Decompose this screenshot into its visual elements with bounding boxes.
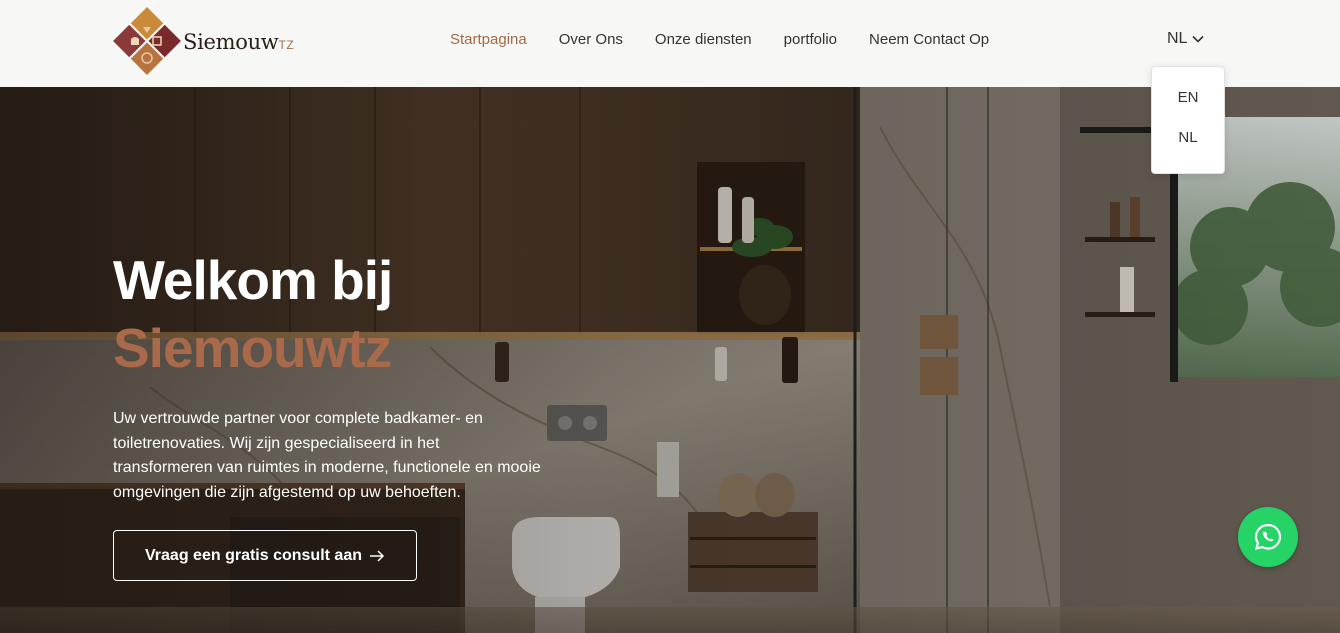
nav-item-over-ons[interactable]: Over Ons [559,31,623,48]
logo-mark-icon [113,7,181,75]
whatsapp-icon [1254,523,1282,551]
site-header: SiemouwTZ Startpagina Over Ons Onze dien… [0,0,1340,87]
nav-item-portfolio[interactable]: portfolio [784,31,837,48]
hero-title: Welkom bij [113,249,393,311]
nav-item-onze-diensten[interactable]: Onze diensten [655,31,752,48]
free-consult-button-label: Vraag een gratis consult aan [145,546,362,564]
logo-name: Siemouw [183,30,279,54]
language-option-en[interactable]: EN [1152,89,1224,106]
logo-text: SiemouwTZ [183,30,294,54]
nav-item-neem-contact-op[interactable]: Neem Contact Op [869,31,989,48]
language-dropdown: EN NL [1151,66,1225,174]
chevron-down-icon [1192,35,1205,43]
language-toggle[interactable]: NL [1167,30,1205,48]
main-nav: Startpagina Over Ons Onze diensten portf… [450,31,1021,48]
nav-item-startpagina[interactable]: Startpagina [450,31,527,48]
logo[interactable]: SiemouwTZ [113,7,294,75]
free-consult-button[interactable]: Vraag een gratis consult aan [113,530,417,581]
whatsapp-chat-button[interactable] [1238,507,1298,567]
logo-suffix: TZ [278,38,295,52]
arrow-right-icon [369,549,385,562]
language-current: NL [1167,30,1188,47]
hero-description: Uw vertrouwde partner voor complete badk… [113,410,541,501]
hero-brand-name: Siemouwtz [113,317,392,379]
hero-section: Welkom bij Siemouwtz Uw vertrouwde partn… [0,87,1340,633]
language-option-nl[interactable]: NL [1152,129,1224,146]
